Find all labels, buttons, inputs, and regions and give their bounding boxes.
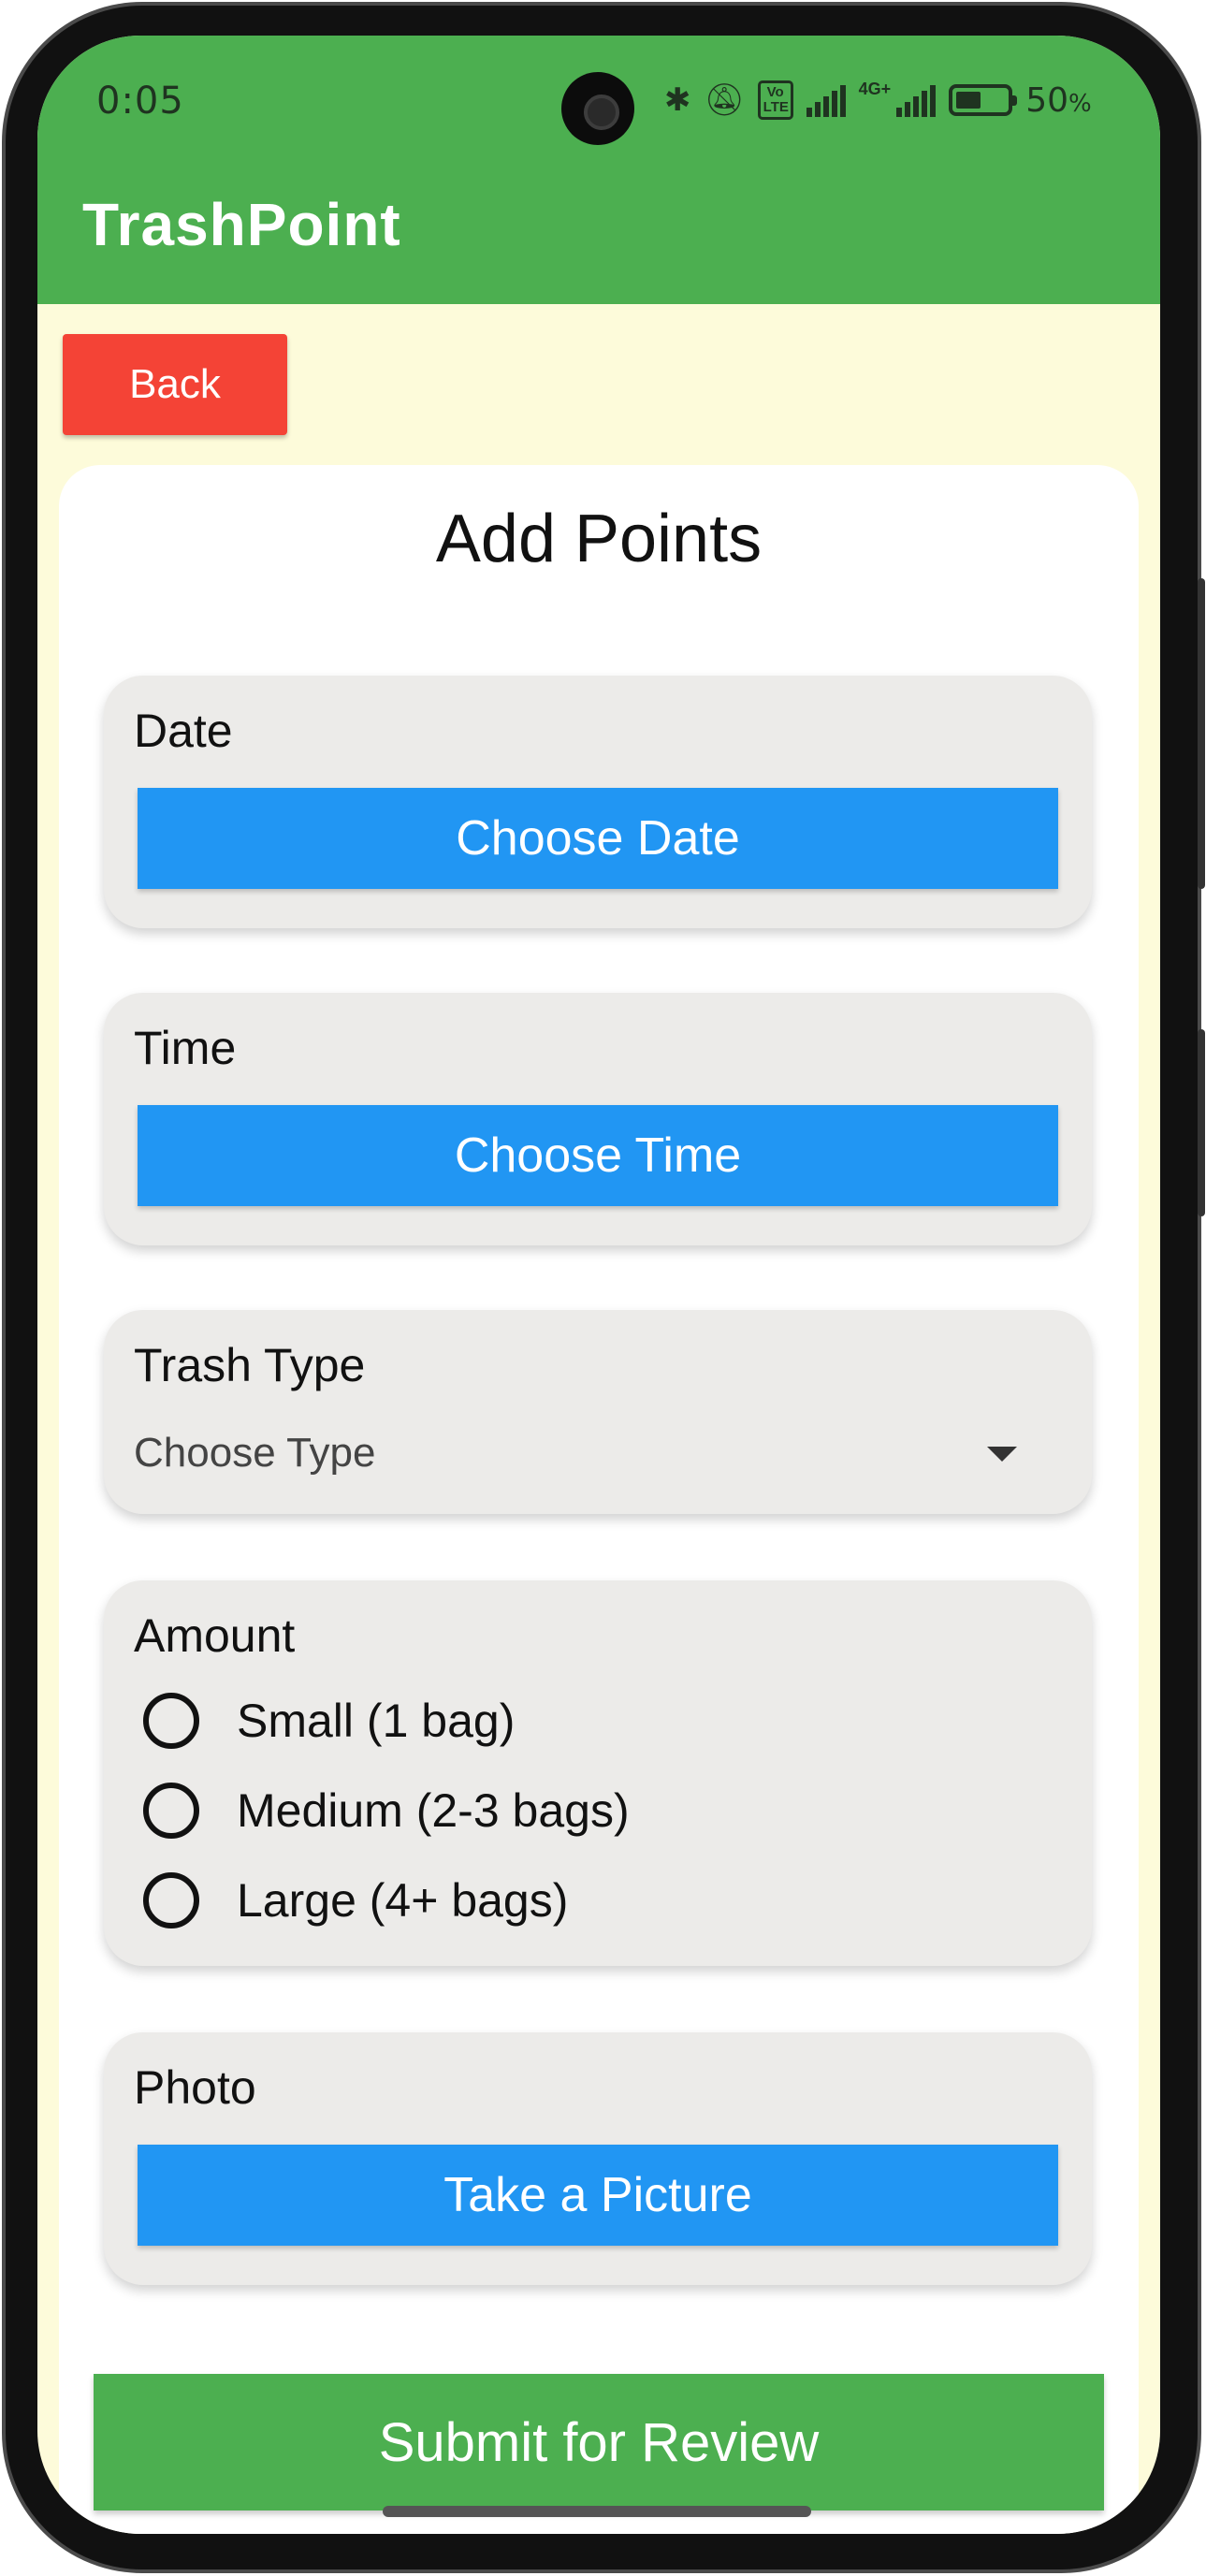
screen: 0:05 ✱ 🔕︎ Vo LTE 4G+ 50% TrashPoint Back… xyxy=(37,36,1160,2534)
radio-icon[interactable] xyxy=(143,1783,199,1839)
photo-label: Photo xyxy=(134,2061,256,2114)
amount-label: Amount xyxy=(134,1609,296,1662)
trash-type-label: Trash Type xyxy=(134,1339,366,1391)
home-indicator[interactable] xyxy=(383,2506,811,2517)
back-button[interactable]: Back xyxy=(63,334,287,435)
battery-icon xyxy=(949,84,1018,116)
chevron-down-icon xyxy=(987,1447,1017,1462)
app-header: 0:05 ✱ 🔕︎ Vo LTE 4G+ 50% TrashPoint xyxy=(37,36,1160,304)
signal-4g-icon xyxy=(896,83,937,117)
amount-option-medium[interactable]: Medium (2-3 bags) xyxy=(143,1778,630,1843)
date-label: Date xyxy=(134,705,233,757)
power-button xyxy=(1198,1029,1205,1216)
radio-label: Medium (2-3 bags) xyxy=(237,1784,630,1837)
trash-type-dropdown[interactable]: Choose Type xyxy=(104,1413,1092,1506)
radio-label: Small (1 bag) xyxy=(237,1695,516,1747)
bluetooth-icon: ✱ xyxy=(664,81,691,119)
battery-fill xyxy=(956,92,981,109)
photo-section: Photo Take a Picture xyxy=(104,2032,1092,2285)
submit-for-review-button[interactable]: Submit for Review xyxy=(94,2374,1104,2511)
volume-button xyxy=(1198,578,1205,889)
choose-time-button[interactable]: Choose Time xyxy=(138,1105,1058,1206)
amount-option-small[interactable]: Small (1 bag) xyxy=(143,1688,515,1754)
time-section: Time Choose Time xyxy=(104,993,1092,1245)
trash-type-selected: Choose Type xyxy=(134,1430,376,1476)
front-camera xyxy=(561,72,634,145)
radio-icon[interactable] xyxy=(143,1693,199,1749)
page-title: Add Points xyxy=(435,502,763,576)
signal-icon xyxy=(806,83,846,117)
radio-label: Large (4+ bags) xyxy=(237,1874,569,1927)
amount-section: Amount Small (1 bag) Medium (2-3 bags) L… xyxy=(104,1580,1092,1966)
battery-percent: 50% xyxy=(1025,80,1092,120)
trash-type-section: Trash Type Choose Type xyxy=(104,1310,1092,1514)
choose-date-button[interactable]: Choose Date xyxy=(138,788,1058,889)
app-title: TrashPoint xyxy=(82,191,401,258)
take-picture-button[interactable]: Take a Picture xyxy=(138,2145,1058,2246)
amount-option-large[interactable]: Large (4+ bags) xyxy=(143,1868,568,1933)
network-type-label: 4G+ xyxy=(858,80,892,98)
status-icons: ✱ 🔕︎ Vo LTE 4G+ 50% xyxy=(664,77,1092,124)
add-points-card: Add Points Date Choose Date Time Choose … xyxy=(59,465,1139,2534)
date-section: Date Choose Date xyxy=(104,676,1092,928)
volte-icon: Vo LTE xyxy=(757,80,793,120)
radio-icon[interactable] xyxy=(143,1872,199,1928)
silent-icon: 🔕︎ xyxy=(704,81,745,119)
status-time: 0:05 xyxy=(96,80,184,123)
time-label: Time xyxy=(134,1022,237,1074)
